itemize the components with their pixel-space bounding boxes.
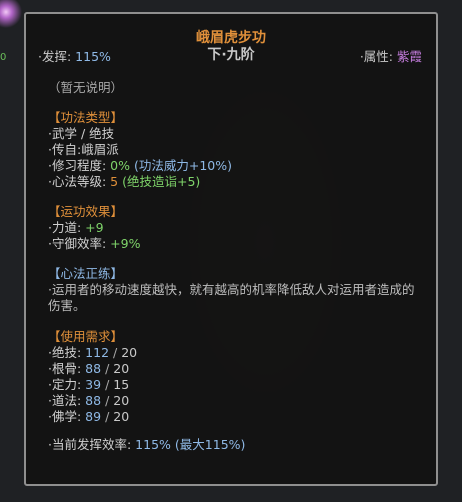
- requirement-row: ·定力: 39 / 15: [48, 377, 130, 392]
- requirement-current: 39: [85, 377, 102, 392]
- type-heading: 【功法类型】: [48, 110, 124, 125]
- requirement-row: ·佛学: 89 / 20: [48, 409, 130, 424]
- efficiency-value: 115%: [135, 437, 171, 452]
- power-stat: ·发挥: 115%: [38, 46, 111, 65]
- effect-label: ·力道:: [48, 220, 82, 235]
- power-value: 115%: [75, 49, 111, 64]
- heart-level-value: 5: [110, 174, 119, 189]
- effect-label: ·守御效率:: [48, 236, 107, 251]
- requirement-required: 20: [113, 361, 130, 376]
- attribute-stat: ·属性: 紫霞: [360, 46, 422, 65]
- requirement-required: 15: [113, 377, 130, 392]
- heart-section: 【心法正练】 ·运用者的移动速度越快，就有越高的机率降低敌人对运用者造成的伤害。: [48, 266, 418, 314]
- heart-level-label: ·心法等级:: [48, 174, 107, 189]
- requirement-label: ·绝技:: [48, 345, 82, 360]
- requirement-required: 20: [113, 409, 130, 424]
- heart-level-bonus: (绝技造诣+5): [122, 174, 201, 189]
- requirement-section: 【使用需求】 ·绝技: 112 / 20 ·根骨: 88 / 20 ·定力: 3…: [48, 329, 245, 453]
- type-section: 【功法类型】 ·武学 / 绝技 ·传自:峨眉派 ·修习程度: 0% (功法威力+…: [48, 110, 232, 190]
- heart-heading: 【心法正练】: [48, 266, 124, 281]
- origin-line: ·传自:峨眉派: [48, 142, 232, 158]
- effect-row: ·力道: +9: [48, 220, 140, 236]
- skill-tooltip: 峨眉虎步功 下·九阶 ·发挥: 115% ·属性: 紫霞 （暂无说明） 【功法类…: [24, 12, 438, 486]
- origin-value: 峨眉派: [81, 142, 119, 157]
- requirement-label: ·根骨:: [48, 361, 82, 376]
- efficiency-max: (最大115%): [174, 437, 246, 452]
- requirement-row: ·根骨: 88 / 20: [48, 361, 130, 376]
- effect-value: +9%: [110, 236, 141, 251]
- mastery-bonus: (功法威力+10%): [134, 158, 233, 173]
- mastery-value: 0%: [110, 158, 131, 173]
- effect-row: ·守御效率: +9%: [48, 236, 140, 252]
- requirement-current: 112: [85, 345, 110, 360]
- mastery-line: ·修习程度: 0% (功法威力+10%): [48, 158, 232, 174]
- power-label: ·发挥:: [38, 49, 72, 64]
- heart-level-line: ·心法等级: 5 (绝技造诣+5): [48, 174, 232, 190]
- effect-value: +9: [85, 220, 104, 235]
- requirement-label: ·佛学:: [48, 409, 82, 424]
- requirement-required: 20: [121, 345, 138, 360]
- efficiency-line: ·当前发挥效率: 115% (最大115%): [48, 437, 245, 453]
- mastery-label: ·修习程度:: [48, 158, 107, 173]
- attribute-value: 紫霞: [396, 49, 422, 64]
- origin-label: ·传自:: [48, 142, 82, 157]
- category-line: ·武学 / 绝技: [48, 126, 115, 141]
- requirement-current: 88: [85, 361, 102, 376]
- corner-decoration: [0, 0, 22, 40]
- corner-text: 0: [0, 52, 7, 63]
- attribute-label: ·属性:: [359, 49, 393, 64]
- requirement-current: 88: [85, 393, 102, 408]
- effect-section: 【运功效果】 ·力道: +9 ·守御效率: +9%: [48, 204, 140, 252]
- efficiency-label: ·当前发挥效率:: [48, 437, 132, 452]
- skill-description: （暂无说明）: [48, 80, 124, 95]
- effect-heading: 【运功效果】: [48, 204, 124, 219]
- requirement-row: ·道法: 88 / 20: [48, 393, 130, 408]
- requirement-current: 89: [85, 409, 102, 424]
- requirement-row: ·绝技: 112 / 20: [48, 345, 138, 360]
- requirement-label: ·道法:: [48, 393, 82, 408]
- heart-text: ·运用者的移动速度越快，就有越高的机率降低敌人对运用者造成的伤害。: [48, 282, 415, 313]
- requirement-heading: 【使用需求】: [48, 329, 124, 344]
- requirement-required: 20: [113, 393, 130, 408]
- requirement-label: ·定力:: [48, 377, 82, 392]
